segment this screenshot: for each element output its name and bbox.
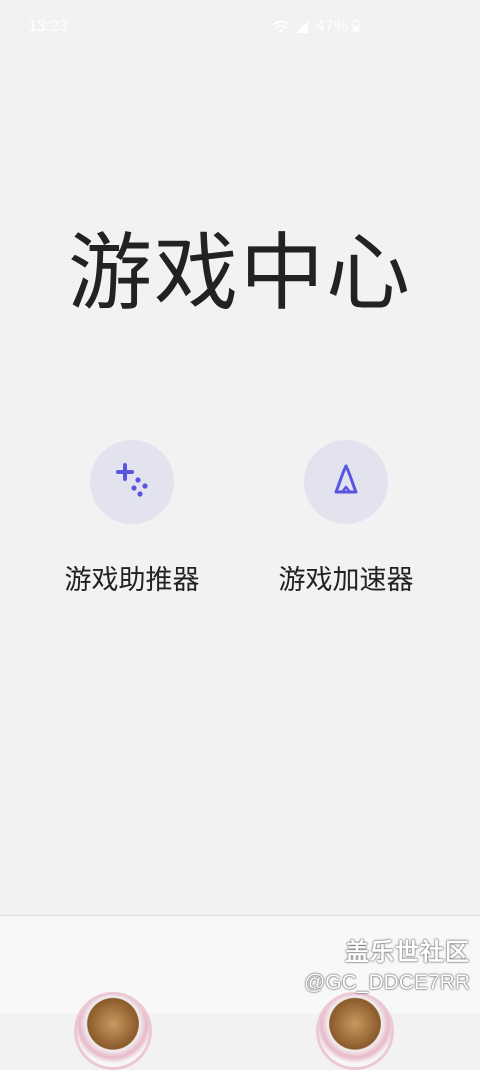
battery-icon	[352, 19, 360, 35]
wifi-icon	[272, 19, 290, 35]
watermark-brand: 盖乐世社区	[345, 938, 470, 966]
page-title: 游戏中心	[67, 224, 412, 322]
avatar	[74, 992, 152, 1070]
status-bar: 13:23 47%	[0, 0, 480, 56]
watermark-id: @GC_DDCE7RR	[303, 971, 470, 994]
game-booster-label: 游戏助推器	[64, 565, 200, 596]
game-accelerator-icon-circle	[304, 440, 388, 524]
signal-icon	[294, 19, 312, 35]
avatar	[316, 992, 394, 1070]
watermark: 盖乐世社区 @GC_DDCE7RR	[304, 932, 470, 995]
rocket-icon	[326, 460, 366, 504]
status-indicators: 47%	[272, 18, 360, 36]
game-booster-tile[interactable]: 游戏助推器	[32, 440, 232, 600]
status-time: 13:23	[28, 18, 69, 35]
game-accelerator-tile[interactable]: 游戏加速器	[246, 440, 446, 600]
game-accelerator-label: 游戏加速器	[278, 565, 414, 596]
gamepad-sparkle-icon	[110, 458, 154, 506]
battery-percent: 47%	[315, 18, 348, 35]
game-booster-icon-circle	[90, 440, 174, 524]
